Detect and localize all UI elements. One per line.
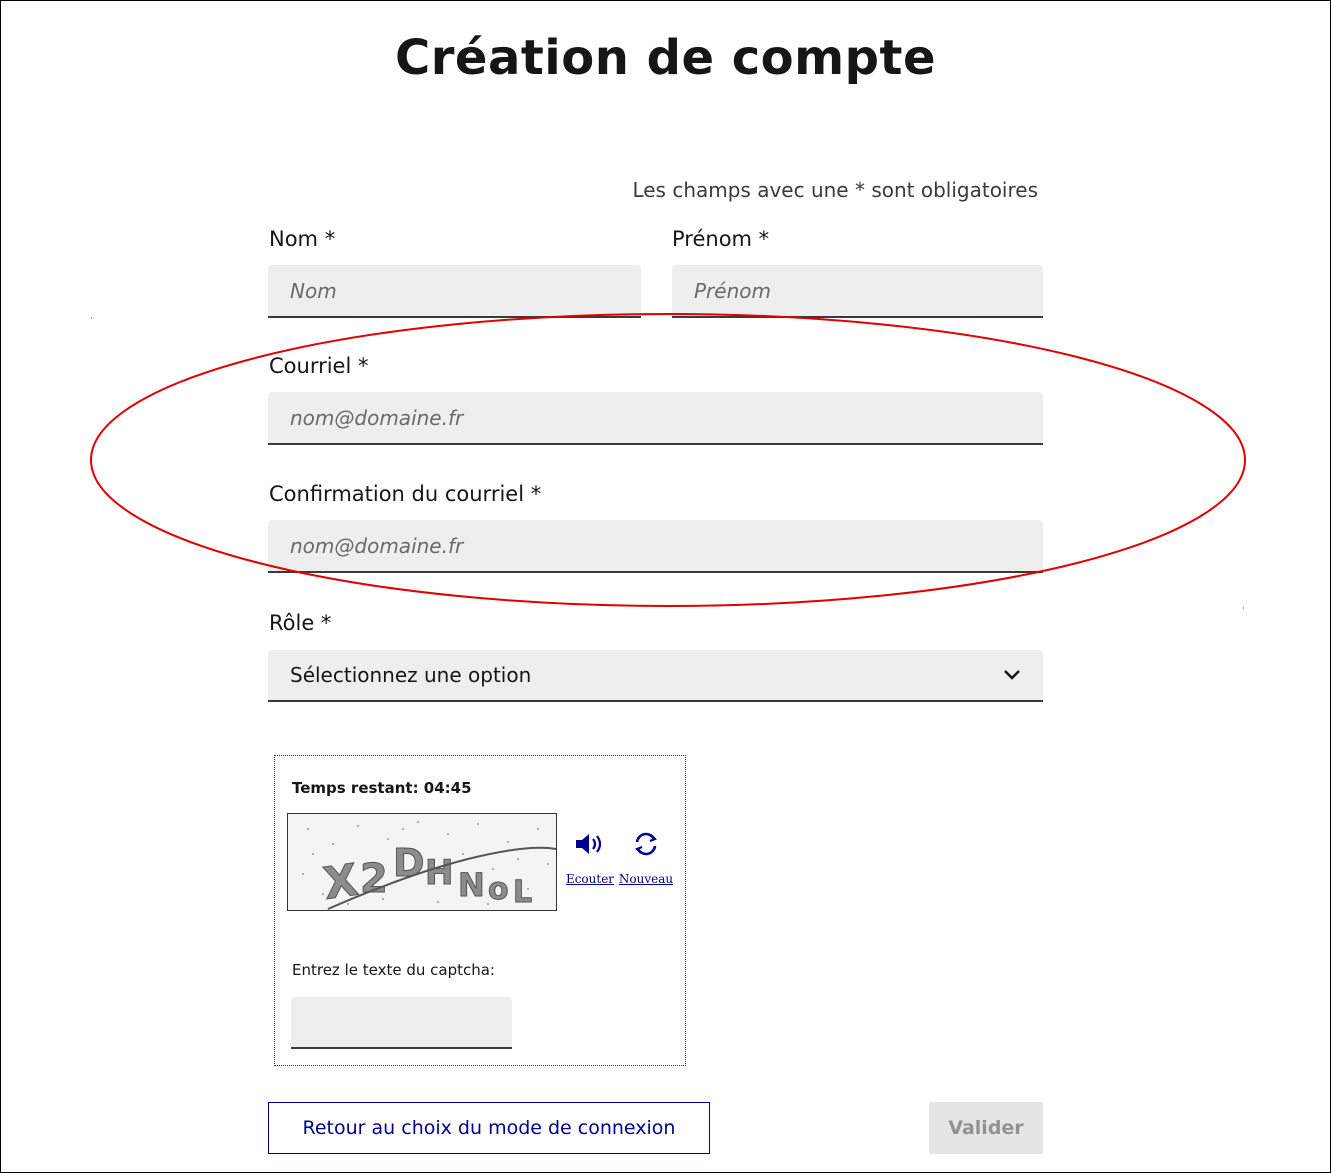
back-to-login-choice-button[interactable]: Retour au choix du mode de connexion <box>268 1102 710 1154</box>
page-title: Création de compte <box>394 30 937 86</box>
validate-button[interactable]: Valider <box>929 1102 1043 1154</box>
captcha-panel: Temps restant: 04:45 X 2 D H N o L Ecout… <box>274 755 686 1066</box>
role-select[interactable]: Sélectionnez une option <box>268 650 1043 702</box>
speaker-icon <box>562 824 618 864</box>
captcha-listen-button[interactable]: Ecouter <box>562 824 618 886</box>
captcha-new-button[interactable]: Nouveau <box>618 824 674 886</box>
captcha-prompt: Entrez le texte du captcha: <box>292 961 495 979</box>
captcha-image: X 2 D H N o L <box>287 813 557 911</box>
captcha-glyph: H <box>425 853 453 893</box>
nom-input[interactable] <box>268 265 641 318</box>
captcha-actions: Ecouter Nouveau <box>562 824 676 904</box>
courriel-input[interactable] <box>268 392 1043 445</box>
captcha-glyph: X <box>320 855 361 910</box>
role-select-value: Sélectionnez une option <box>290 663 532 687</box>
confirmation-courriel-label: Confirmation du courriel * <box>269 482 542 506</box>
required-fields-note: Les champs avec une * sont obligatoires <box>632 178 1038 202</box>
captcha-glyph: L <box>513 875 532 910</box>
captcha-glyph: 2 <box>360 856 388 902</box>
refresh-icon <box>618 824 674 864</box>
courriel-label: Courriel * <box>269 354 369 378</box>
nom-label: Nom * <box>269 227 336 251</box>
captcha-glyph: N <box>458 866 485 904</box>
confirmation-courriel-input[interactable] <box>268 520 1043 573</box>
prenom-input[interactable] <box>672 265 1043 318</box>
captcha-new-label[interactable]: Nouveau <box>618 872 674 886</box>
captcha-timer: Temps restant: 04:45 <box>292 779 472 797</box>
role-label: Rôle * <box>269 611 332 635</box>
captcha-glyph: D <box>393 841 425 885</box>
prenom-label: Prénom * <box>672 227 770 251</box>
chevron-down-icon <box>1003 669 1021 681</box>
captcha-input[interactable] <box>291 997 512 1049</box>
captcha-glyph: o <box>488 872 509 907</box>
captcha-listen-label[interactable]: Ecouter <box>562 872 618 886</box>
